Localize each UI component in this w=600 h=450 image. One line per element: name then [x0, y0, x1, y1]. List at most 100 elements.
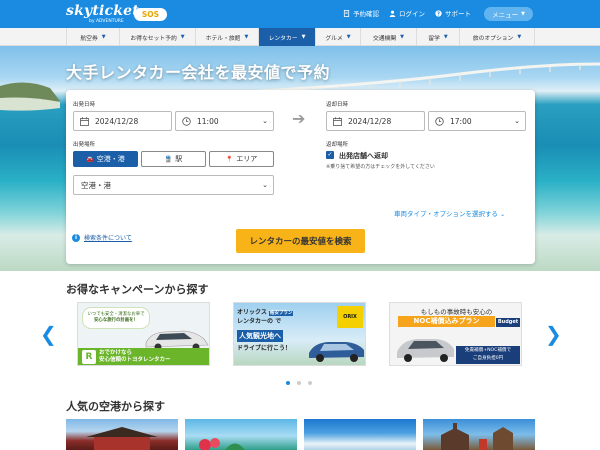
carousel-dot-2[interactable]	[297, 381, 301, 385]
nav-item-transport[interactable]: 交通機関 ▼	[360, 28, 416, 46]
vehicle-options-link[interactable]: 車両タイプ・オプションを選択する ⌄	[394, 208, 505, 218]
return-datetime-label: 返却日時	[326, 102, 349, 108]
vehicle-options-label: 車両タイプ・オプションを選択する	[394, 210, 498, 218]
reservation-check-link[interactable]: 予約確認	[343, 8, 379, 18]
budget-logo: Budget	[496, 318, 520, 327]
svg-text:?: ?	[437, 11, 440, 17]
search-conditions-link[interactable]: i 検索条件について	[72, 233, 132, 242]
departure-time-select[interactable]: 11:00 ⌄	[175, 111, 274, 131]
campaign-banner-budget[interactable]: もしもの事故時も安心の NOC補償込みプラン Budget 免責補償+NOC補償…	[389, 302, 522, 366]
chevron-down-icon: ⌄	[500, 211, 506, 218]
segment-airport[interactable]: 🚘 空港・港	[73, 151, 138, 167]
banner-text: ご自身負担0円	[472, 356, 504, 361]
same-store-note: ※乗り捨て希望の方はチェックを外してください	[326, 164, 435, 170]
support-link[interactable]: ? サポート	[435, 8, 471, 18]
same-store-label: 出発店舗へ返却	[339, 152, 388, 160]
clock-icon	[182, 116, 191, 126]
return-place-label: 返却場所	[326, 142, 349, 148]
departure-place-label: 出発場所	[73, 142, 96, 148]
chevron-down-icon: ▼	[521, 11, 525, 17]
menu-button[interactable]: メニュー ▼	[484, 7, 533, 21]
nav-label: レンタカー	[268, 35, 298, 42]
banner-badge: 格安プラン	[268, 311, 294, 316]
banner-headline: NOC補償込みプラン	[398, 316, 495, 327]
carousel-prev-button[interactable]: ❮	[40, 322, 57, 346]
car-icon: 🚘	[86, 155, 94, 163]
segment-label: 駅	[175, 155, 183, 163]
nav-item-study-abroad[interactable]: 留学 ▼	[416, 28, 459, 46]
info-icon: i	[72, 233, 80, 242]
banner-text: 安心な旅行の計画を！	[94, 318, 138, 323]
airport-card-2[interactable]	[185, 419, 297, 450]
search-panel: 出発日時 2024/12/28 11:00 ⌄ ➔ 返却日時 2024/12/2…	[66, 90, 535, 264]
shrine-image	[86, 427, 158, 450]
airports-section-title: 人気の空港から探す	[66, 400, 165, 413]
flower-image	[199, 438, 245, 450]
airport-card-1[interactable]	[66, 419, 178, 450]
banner-text: ドライブに行こう！	[237, 345, 292, 352]
menu-label: メニュー	[492, 11, 519, 19]
segment-station[interactable]: 🚆 駅	[141, 151, 206, 167]
airport-card-3[interactable]	[304, 419, 416, 450]
nav-label: 旅のオプション	[472, 35, 514, 42]
search-conditions-label: 検索条件について	[84, 235, 132, 242]
departure-datetime-label: 出発日時	[73, 102, 96, 108]
nav-item-gourmet[interactable]: グルメ ▼	[315, 28, 360, 46]
nav-label: お得なセット予約	[130, 35, 177, 42]
carousel-dot-1[interactable]	[286, 381, 290, 385]
calendar-icon	[333, 116, 342, 126]
place-select[interactable]: 空港・港 ⌄	[73, 175, 274, 195]
campaign-banner-toyota[interactable]: いつでも安全・清潔なお車で 安心な旅行の計画を！ R おでかけなら 安心信頼のト…	[77, 302, 210, 366]
return-time-select[interactable]: 17:00 ⌄	[428, 111, 526, 131]
place-select-value: 空港・港	[81, 180, 111, 190]
support-label: サポート	[445, 10, 471, 18]
login-link[interactable]: ログイン	[389, 8, 425, 18]
departure-time-value: 11:00	[197, 116, 219, 126]
carousel-next-button[interactable]: ❯	[545, 322, 562, 346]
departure-date-field[interactable]: 2024/12/28	[73, 111, 172, 131]
nav-item-hotels[interactable]: ホテル・旅館 ▼	[195, 28, 258, 46]
document-icon	[343, 9, 350, 17]
help-icon: ?	[435, 9, 442, 17]
chevron-down-icon: ▼	[400, 34, 405, 40]
banner-text: オリックス	[237, 309, 267, 316]
nav-item-travel-options[interactable]: 旅のオプション ▼	[459, 28, 535, 46]
search-button[interactable]: レンタカーの最安値を検索	[236, 229, 365, 253]
toyota-rental-logo: R	[82, 350, 96, 364]
banner-text: 免責補償+NOC補償で	[464, 348, 512, 353]
nav-item-flights[interactable]: 航空券 ▼	[66, 28, 119, 46]
return-date-field[interactable]: 2024/12/28	[326, 111, 425, 131]
chevron-down-icon: ▼	[346, 34, 351, 40]
logo-text: skyticket	[66, 3, 139, 19]
nav-item-set-deals[interactable]: お得なセット予約 ▼	[119, 28, 195, 46]
carousel-dot-3[interactable]	[308, 381, 312, 385]
banner-text: おでかけなら	[99, 350, 133, 356]
same-store-checkbox[interactable]: ✓	[326, 151, 334, 159]
chevron-down-icon: ▼	[244, 34, 249, 40]
banner-text: で	[275, 318, 282, 325]
chevron-down-icon: ▼	[180, 34, 185, 40]
car-image	[309, 342, 364, 362]
user-icon	[389, 10, 396, 17]
return-time-value: 17:00	[450, 116, 472, 126]
orix-logo: ORIX	[337, 306, 363, 328]
banner-speech-bubble: いつでも安全・清潔なお車で 安心な旅行の計画を！	[82, 307, 150, 329]
banner-text: 人気観光地へ	[237, 330, 283, 342]
segment-area[interactable]: 📍 エリア	[209, 151, 274, 167]
airport-card-4[interactable]	[423, 419, 535, 450]
nav-item-rentacar[interactable]: レンタカー ▼	[258, 28, 315, 46]
departure-date-value: 2024/12/28	[95, 116, 139, 126]
nav-label: グルメ	[325, 35, 343, 42]
return-date-value: 2024/12/28	[348, 116, 392, 126]
nav-label: ホテル・旅館	[205, 35, 241, 42]
site-header: skyticket by ADVENTURE SOS 予約確認 ログイン ? サ…	[0, 0, 600, 28]
reservation-check-label: 予約確認	[353, 10, 379, 18]
banner-bottom-strip: R おでかけなら 安心信頼のトヨタレンタカー	[78, 348, 209, 365]
castle-image	[441, 423, 513, 450]
clock-icon	[435, 116, 444, 126]
sos-badge[interactable]: SOS	[134, 8, 167, 21]
campaign-banner-orix[interactable]: オリックス 格安プラン レンタカーの で 人気観光地へ ドライブに行こう！ OR…	[233, 302, 366, 366]
site-logo[interactable]: skyticket by ADVENTURE	[66, 3, 139, 24]
train-icon: 🚆	[164, 155, 173, 163]
arrow-right-icon: ➔	[292, 109, 306, 128]
